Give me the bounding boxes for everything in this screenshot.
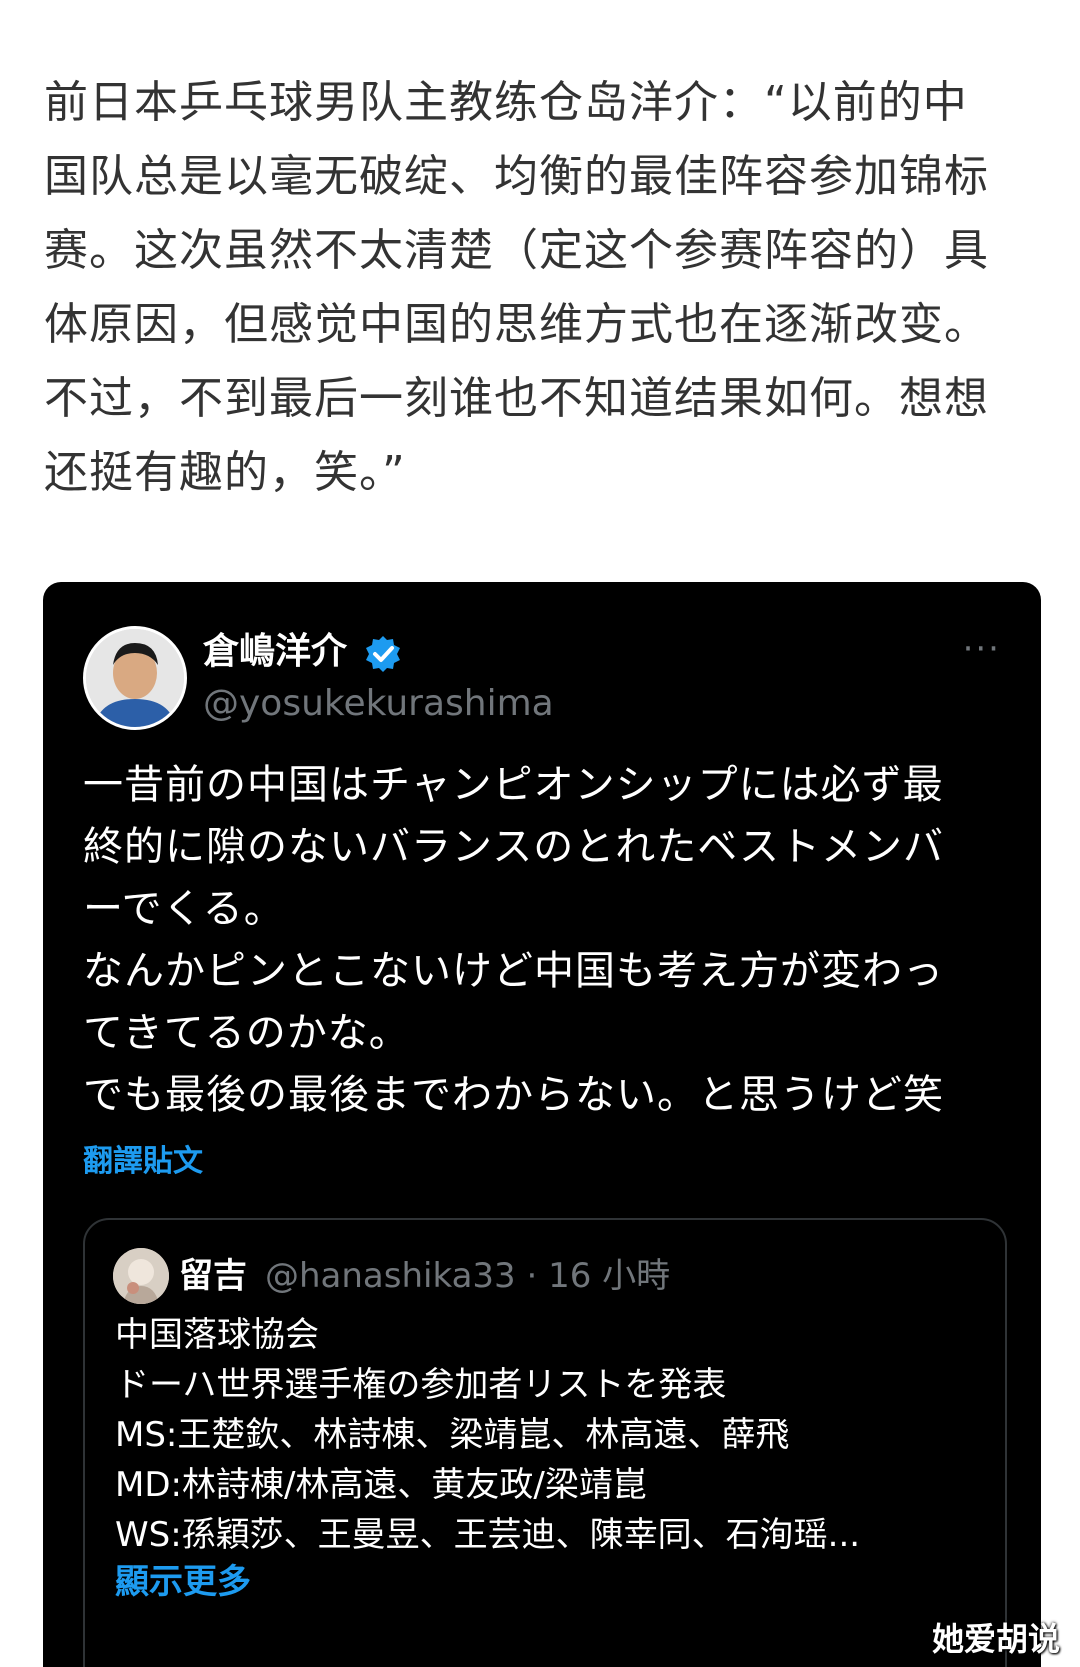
tweet-text: 一昔前の中国はチャンピオンシップには必ず最 終的に隙のないバランスのとれたベスト…	[83, 754, 1013, 1126]
quoted-author-avatar[interactable]	[113, 1248, 169, 1304]
tweet-line: 一昔前の中国はチャンピオンシップには必ず最	[83, 762, 944, 808]
quoted-line: ドーハ世界選手権の参加者リストを発表	[115, 1365, 727, 1405]
show-more-link[interactable]: 顯示更多	[115, 1560, 251, 1604]
author-display-name[interactable]: 倉嶋洋介	[203, 630, 347, 674]
quoted-tweet[interactable]: 留吉 @hanashika33 · 16 小時 中国落球協会 ドーハ世界選手権の…	[83, 1218, 1007, 1667]
author-handle[interactable]: @yosukekurashima	[203, 682, 554, 726]
tweet-line: でも最後の最後までわからない。と思うけど笑	[83, 1072, 944, 1118]
article-line: 还挺有趣的，笑。”	[44, 447, 406, 498]
translate-post-link[interactable]: 翻譯貼文	[83, 1142, 203, 1182]
quoted-handle-time[interactable]: @hanashika33 · 16 小時	[265, 1254, 670, 1298]
author-avatar[interactable]	[83, 626, 187, 730]
tweet-line: 終的に隙のないバランスのとれたベストメンバ	[83, 824, 944, 870]
article-line: 国队总是以毫无破绽、均衡的最佳阵容参加锦标	[44, 151, 989, 202]
article-line: 赛。这次虽然不太清楚（定这个参赛阵容的）具	[44, 225, 989, 276]
avatar-photo	[86, 629, 184, 727]
verified-badge-icon	[366, 636, 400, 672]
watermark: 她爱胡说	[931, 1620, 1060, 1658]
quoted-line: MD:林詩棟/林高遠、黄友政/梁靖崑	[115, 1465, 647, 1505]
quoted-avatar-photo	[113, 1248, 169, 1304]
article-line: 体原因，但感觉中国的思维方式也在逐渐改变。	[44, 299, 989, 350]
tweet-line: ーでくる。	[83, 886, 285, 932]
quoted-line: MS:王楚欽、林詩棟、梁靖崑、林高遠、薛飛	[115, 1415, 790, 1455]
tweet-card[interactable]: 倉嶋洋介 @yosukekurashima ··· 一昔前の中国はチャンピオンシ…	[43, 582, 1041, 1667]
quoted-text: 中国落球協会 ドーハ世界選手権の参加者リストを発表 MS:王楚欽、林詩棟、梁靖崑…	[115, 1310, 995, 1560]
article-line: 前日本乒乓球男队主教练仓岛洋介：“以前的中	[44, 77, 968, 128]
article-text: 前日本乒乓球男队主教练仓岛洋介：“以前的中 国队总是以毫无破绽、均衡的最佳阵容参…	[44, 66, 1044, 510]
quoted-line: 中国落球協会	[115, 1315, 319, 1355]
tweet-line: なんかピンとこないけど中国も考え方が変わっ	[83, 948, 944, 994]
quoted-line: WS:孫穎莎、王曼昱、王芸迪、陳幸同、石洵瑶...	[115, 1515, 861, 1555]
more-options-icon[interactable]: ···	[963, 632, 1001, 666]
quoted-display-name[interactable]: 留吉	[179, 1254, 247, 1298]
article-line: 不过，不到最后一刻谁也不知道结果如何。想想	[44, 373, 989, 424]
tweet-line: てきてるのかな。	[83, 1010, 410, 1056]
